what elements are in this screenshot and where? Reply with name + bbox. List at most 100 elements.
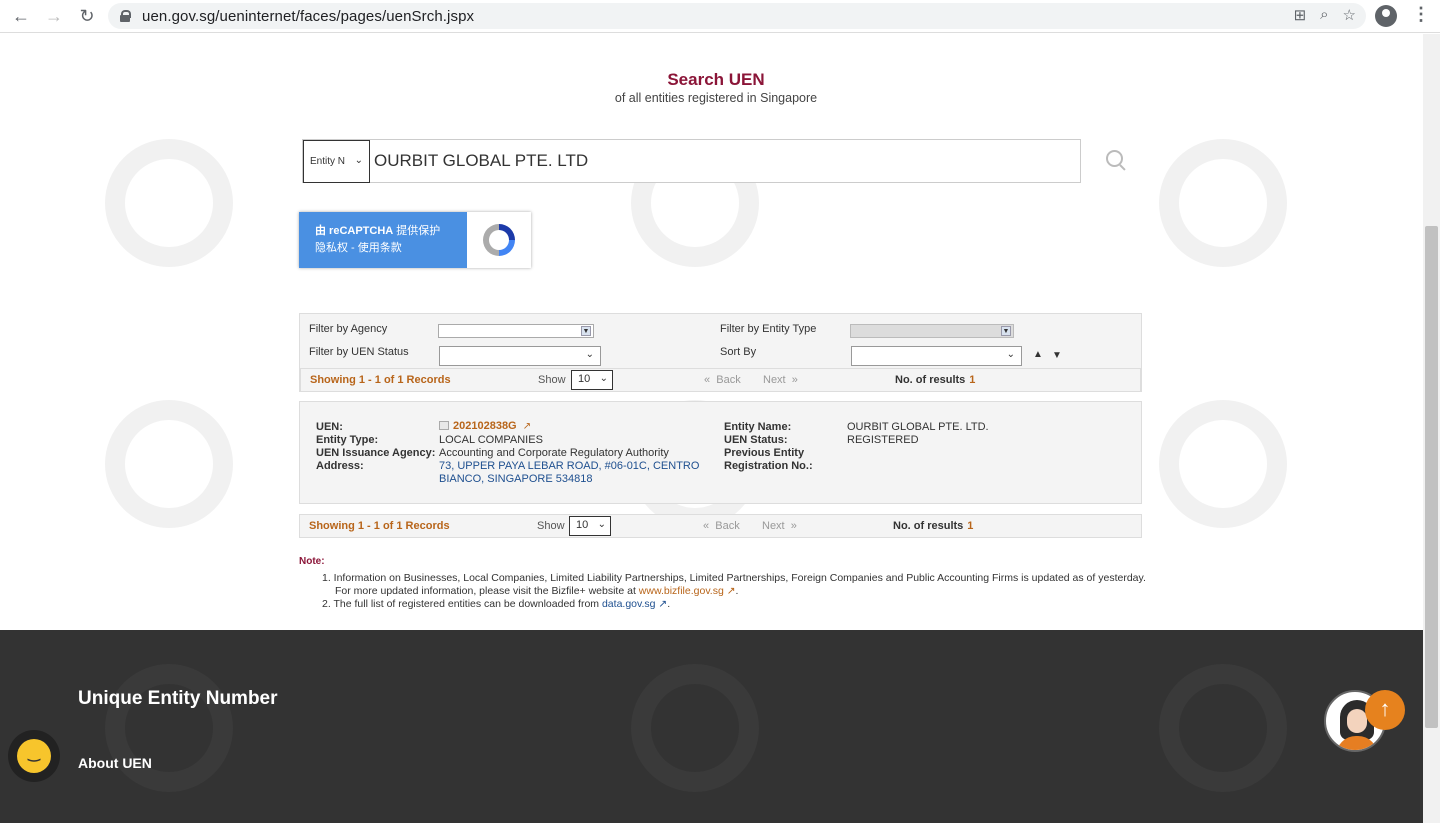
search-input[interactable]: OURBIT GLOBAL PTE. LTD [374,151,588,171]
agency-label: UEN Issuance Agency: [316,447,436,459]
recaptcha-badge[interactable]: 由 reCAPTCHA 提供保护 隐私权 - 使用条款 [299,212,531,268]
prev-reg-label-line1: Previous Entity [724,447,805,459]
watermark-logo-icon [1159,664,1287,792]
page-size-select[interactable]: 10 ⌄ [571,370,613,390]
chevron-down-icon: ▼ [581,326,591,336]
recaptcha-logo-icon [483,224,515,256]
uen-status-value: REGISTERED [847,434,919,446]
double-chevron-left-icon: « [704,374,711,386]
address-url[interactable]: uen.gov.sg/ueninternet/faces/pages/uenSr… [142,8,474,25]
about-uen-link[interactable]: About UEN [78,755,152,771]
external-link-icon: ↗ [522,421,532,432]
lock-icon [120,10,131,22]
chevron-down-icon: ⌄ [599,373,608,384]
sort-by-label: Sort By [720,346,757,358]
zoom-icon[interactable]: ⌕ [1320,6,1328,24]
recaptcha-text: 由 reCAPTCHA 提供保护 隐私权 - 使用条款 [299,212,467,268]
records-bar-top: Showing 1 - 1 of 1 Records Show 10 ⌄ « Ba… [300,368,1141,392]
note-list: 1. Information on Businesses, Local Comp… [322,572,1146,611]
sort-descending-icon[interactable]: ▼ [1052,350,1062,361]
results-count-label: No. of results 1 [895,374,975,386]
address-bar[interactable]: uen.gov.sg/ueninternet/faces/pages/uenSr… [108,3,1366,29]
results-count-value: 1 [969,374,976,386]
account-avatar-icon[interactable] [1375,5,1397,27]
note-title: Note: [299,556,325,567]
bookmark-star-icon[interactable]: ☆ [1343,6,1356,24]
entity-type-value: LOCAL COMPANIES [439,434,543,446]
page-scrollbar[interactable] [1423,34,1440,823]
data-gov-link[interactable]: data.gov.sg [602,598,656,610]
external-link-icon: ↗ [658,598,668,610]
filter-uen-status-label: Filter by UEN Status [309,346,409,358]
chevron-down-icon: ⌄ [354,155,363,166]
recaptcha-line2[interactable]: 隐私权 - 使用条款 [315,240,467,257]
scrollbar-thumb[interactable] [1425,226,1438,728]
agency-value: Accounting and Corporate Regulatory Auth… [439,447,669,459]
filter-entity-type-select[interactable]: ▼ [850,324,1014,338]
browser-toolbar: ← → ↻ uen.gov.sg/ueninternet/faces/pages… [0,0,1440,33]
footer-title: Unique Entity Number [78,688,278,709]
uen-label: UEN: [316,421,343,433]
watermark-logo-icon [1159,139,1287,267]
scroll-to-top-icon[interactable]: ↑ [1365,690,1405,730]
browser-menu-icon[interactable]: ⋮ [1412,4,1430,25]
records-count: Showing 1 - 1 of 1 Records [309,520,450,532]
note-item-1: 1. Information on Businesses, Local Comp… [322,572,1146,584]
pagination-next[interactable]: Next » [762,520,797,532]
pagination-next[interactable]: Next » [763,374,798,386]
address-line1: 73, UPPER PAYA LEBAR ROAD, #06-01C, CENT… [439,460,700,472]
double-chevron-right-icon: » [790,520,797,532]
results-label-text: No. of results [893,520,964,532]
reload-icon[interactable]: ↻ [75,4,99,28]
back-label: Back [716,374,741,386]
next-label: Next [763,374,786,386]
uen-value[interactable]: 202102838G [453,420,517,432]
feedback-smiley-icon[interactable]: ‿ [8,730,60,782]
filter-agency-select[interactable]: ▼ [438,324,594,338]
show-label: Show [537,520,565,532]
document-icon [439,421,449,430]
chevron-down-icon: ⌄ [585,349,594,360]
back-arrow-icon[interactable]: ← [9,4,33,28]
bizfile-link[interactable]: www.bizfile.gov.sg [639,585,724,597]
pagination-back[interactable]: « Back [704,374,741,386]
results-label-text: No. of results [895,374,966,386]
chevron-down-icon: ⌄ [597,519,606,530]
search-type-value: Entity N [310,156,346,167]
forward-arrow-icon[interactable]: → [42,4,66,28]
result-card: UEN: 202102838G ↗ Entity Type: LOCAL COM… [299,401,1142,504]
translate-icon[interactable]: ⊞ [1294,6,1307,24]
watermark-logo-icon [105,139,233,267]
page-size-value: 10 [578,373,591,385]
results-count-value: 1 [967,520,974,532]
show-label: Show [538,374,566,386]
page-size-select[interactable]: 10 ⌄ [569,516,611,536]
search-bar: Entity N ⌄ OURBIT GLOBAL PTE. LTD [302,139,1081,183]
sort-by-select[interactable]: ⌄ [851,346,1022,366]
uen-value-link[interactable]: 202102838G ↗ [439,420,531,433]
page-content: Search UEN of all entities registered in… [0,34,1423,823]
filter-entity-type-label: Filter by Entity Type [720,323,817,335]
entity-name-value: OURBIT GLOBAL PTE. LTD. [847,421,989,433]
chevron-down-icon: ⌄ [1006,349,1015,360]
pagination-back[interactable]: « Back [703,520,740,532]
search-type-select[interactable]: Entity N ⌄ [303,140,370,183]
filter-agency-label: Filter by Agency [309,323,388,335]
address-line2: BIANCO, SINGAPORE 534818 [439,473,593,485]
recaptcha-line1-bold: 由 reCAPTCHA [315,225,394,237]
results-count-label: No. of results 1 [893,520,973,532]
chevron-down-icon: ▼ [1001,326,1011,336]
page-size-value: 10 [576,519,589,531]
note-item-2-prefix: 2. The full list of registered entities … [322,598,600,610]
filter-uen-status-select[interactable]: ⌄ [439,346,601,366]
note-item-1-line2: For more updated information, please vis… [335,585,739,597]
search-icon[interactable] [1106,150,1126,170]
back-label: Back [715,520,740,532]
watermark-logo-icon [105,664,233,792]
entity-type-label: Entity Type: [316,434,379,446]
recaptcha-line1-rest: 提供保护 [393,225,441,237]
sort-ascending-icon[interactable]: ▲ [1033,349,1043,360]
uen-status-label: UEN Status: [724,434,788,446]
page-title: Search UEN [667,70,765,89]
prev-reg-label-line2: Registration No.: [724,460,813,472]
